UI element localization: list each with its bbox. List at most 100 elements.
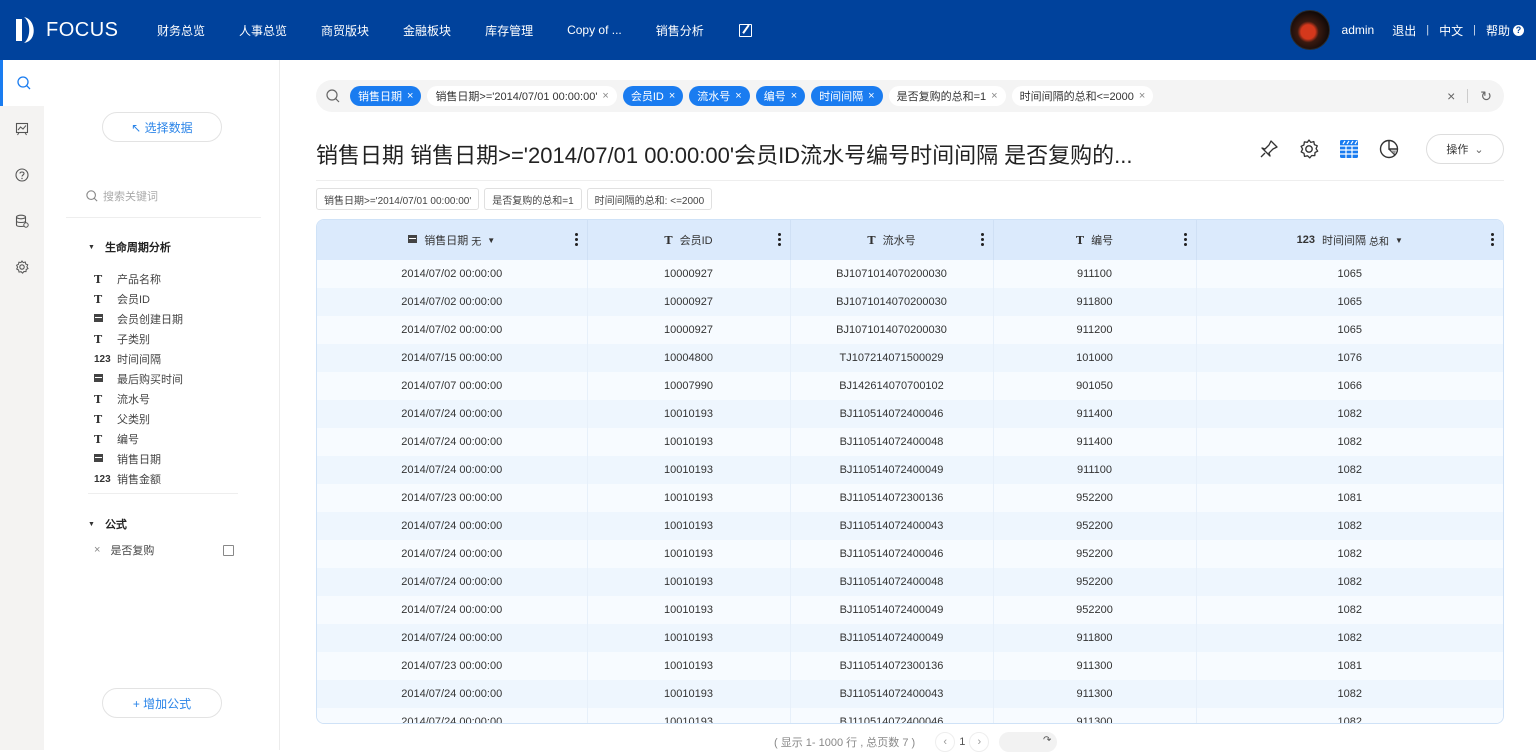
nav-item-finance[interactable]: 财务总览 bbox=[157, 22, 205, 39]
clear-search-button[interactable]: × bbox=[1447, 88, 1455, 104]
help-icon[interactable]: ? bbox=[1513, 24, 1524, 36]
chip-remove-icon[interactable]: × bbox=[669, 90, 675, 102]
column-menu-icon[interactable] bbox=[1183, 233, 1187, 246]
search-bar[interactable]: 销售日期 × 销售日期>='2014/07/01 00:00:00' × 会员ID × 流水… bbox=[316, 80, 1504, 112]
rail-search[interactable] bbox=[0, 60, 44, 106]
avatar[interactable] bbox=[1289, 10, 1330, 50]
column-header[interactable]: 123 时间间隔 总和 ▼ bbox=[1196, 220, 1503, 260]
chip-remove-icon[interactable]: × bbox=[1139, 90, 1145, 102]
logout-link[interactable]: 退出 bbox=[1392, 22, 1416, 39]
help-link[interactable]: 帮助 bbox=[1486, 22, 1510, 39]
column-header[interactable]: 销售日期无 ▼ bbox=[317, 220, 588, 260]
field-item[interactable]: T 产品名称 bbox=[94, 269, 183, 289]
rail-presentation[interactable] bbox=[0, 106, 44, 152]
keyword-search[interactable]: 搜索关键词 bbox=[86, 188, 261, 204]
column-header[interactable]: T 会员ID bbox=[587, 220, 791, 260]
column-header[interactable]: T 流水号 bbox=[790, 220, 994, 260]
remove-formula-icon[interactable]: × bbox=[94, 544, 100, 556]
table-row[interactable]: 2014/07/24 00:00:00 10010193 BJ11051407240… bbox=[317, 708, 1503, 723]
group-formula[interactable]: ▼ 公式 bbox=[88, 516, 127, 532]
edit-icon[interactable] bbox=[738, 23, 752, 37]
page-jump-input[interactable]: ↷ bbox=[999, 732, 1058, 752]
table-row[interactable]: 2014/07/24 00:00:00 10010193 BJ11051407240… bbox=[317, 400, 1503, 428]
nav-item-hr[interactable]: 人事总览 bbox=[239, 22, 287, 39]
table-row[interactable]: 2014/07/24 00:00:00 10010193 BJ11051407240… bbox=[317, 624, 1503, 652]
table-row[interactable]: 2014/07/02 00:00:00 10000927 BJ10710140702… bbox=[317, 288, 1503, 316]
focus-logo[interactable]: FOCUS bbox=[14, 16, 119, 44]
search-chip[interactable]: 销售日期 × bbox=[350, 86, 422, 106]
chip-remove-icon[interactable]: × bbox=[868, 90, 874, 102]
field-item[interactable]: T 编号 bbox=[94, 429, 183, 449]
field-item[interactable]: T 子类别 bbox=[94, 329, 183, 349]
chip-remove-icon[interactable]: × bbox=[407, 90, 413, 102]
rail-database[interactable] bbox=[0, 198, 44, 244]
search-chip[interactable]: 是否复购的总和=1 × bbox=[888, 86, 1006, 106]
field-item[interactable]: 123 时间间隔 bbox=[94, 349, 183, 369]
operations-dropdown[interactable]: 操作 ⌄ bbox=[1426, 134, 1504, 164]
table-view-icon[interactable] bbox=[1338, 138, 1360, 160]
field-item[interactable]: 123 销售金额 bbox=[94, 469, 183, 489]
go-icon[interactable]: ↷ bbox=[1043, 735, 1051, 746]
prev-page-button[interactable]: ‹ bbox=[935, 732, 956, 752]
search-chip[interactable]: 流水号 × bbox=[689, 86, 750, 106]
refresh-button[interactable]: ↻ bbox=[1480, 88, 1492, 105]
pin-icon[interactable] bbox=[1258, 138, 1280, 160]
chip-remove-icon[interactable]: × bbox=[791, 90, 797, 102]
search-chip[interactable]: 销售日期>='2014/07/01 00:00:00' × bbox=[427, 86, 617, 106]
nav-item-inventory[interactable]: 库存管理 bbox=[485, 22, 533, 39]
field-item[interactable]: T 流水号 bbox=[94, 389, 183, 409]
field-item[interactable]: 销售日期 bbox=[94, 449, 183, 469]
column-menu-icon[interactable] bbox=[1491, 233, 1494, 246]
nav-item-trade[interactable]: 商贸版块 bbox=[321, 22, 369, 39]
table-row[interactable]: 2014/07/24 00:00:00 10010193 BJ11051407240… bbox=[317, 540, 1503, 568]
table-row[interactable]: 2014/07/24 00:00:00 10010193 BJ11051407240… bbox=[317, 456, 1503, 484]
edit-formula-icon[interactable] bbox=[223, 544, 234, 556]
table-row[interactable]: 2014/07/15 00:00:00 10004800 TJ10721407150… bbox=[317, 344, 1503, 372]
column-menu-icon[interactable] bbox=[777, 233, 781, 246]
rail-help[interactable] bbox=[0, 152, 44, 198]
table-row[interactable]: 2014/07/24 00:00:00 10010193 BJ11051407240… bbox=[317, 568, 1503, 596]
filter-tag[interactable]: 是否复购的总和=1 bbox=[484, 188, 582, 210]
table-row[interactable]: 2014/07/02 00:00:00 10000927 BJ10710140702… bbox=[317, 316, 1503, 344]
table-row[interactable]: 2014/07/23 00:00:00 10010193 BJ11051407230… bbox=[317, 484, 1503, 512]
table-row[interactable]: 2014/07/24 00:00:00 10010193 BJ11051407240… bbox=[317, 680, 1503, 708]
table-row[interactable]: 2014/07/23 00:00:00 10010193 BJ11051407230… bbox=[317, 652, 1503, 680]
group-lifecycle[interactable]: ▼ 生命周期分析 bbox=[88, 239, 171, 255]
column-menu-icon[interactable] bbox=[574, 233, 578, 246]
search-chip[interactable]: 时间间隔 × bbox=[811, 86, 883, 106]
nav-item-sales[interactable]: 销售分析 bbox=[656, 22, 704, 39]
column-header[interactable]: T 编号 bbox=[993, 220, 1197, 260]
search-chip[interactable]: 时间间隔的总和<=2000 × bbox=[1011, 86, 1154, 106]
field-item[interactable]: 最后购买时间 bbox=[94, 369, 183, 389]
nav-item-banking[interactable]: 金融板块 bbox=[403, 22, 451, 39]
chip-remove-icon[interactable]: × bbox=[735, 90, 741, 102]
field-item[interactable]: T 父类别 bbox=[94, 409, 183, 429]
field-item[interactable]: 会员创建日期 bbox=[94, 309, 183, 329]
next-page-button[interactable]: › bbox=[969, 732, 990, 752]
gear-icon[interactable] bbox=[1298, 138, 1320, 160]
pie-chart-icon[interactable] bbox=[1378, 138, 1400, 160]
search-chip[interactable]: 会员ID × bbox=[622, 86, 684, 106]
filter-tag[interactable]: 时间间隔的总和: <=2000 bbox=[586, 188, 713, 210]
nav-item-copy[interactable]: Copy of ... bbox=[567, 23, 622, 37]
results-table[interactable]: 销售日期无 ▼ T 会员ID T 流水号 T 编号 123 时间间隔 总和 ▼ 2014/07/02 … bbox=[316, 219, 1504, 724]
caret-down-icon[interactable]: ▼ bbox=[487, 236, 495, 245]
language-link[interactable]: 中文 bbox=[1439, 22, 1463, 39]
caret-down-icon[interactable]: ▼ bbox=[1395, 236, 1403, 245]
table-row[interactable]: 2014/07/24 00:00:00 10010193 BJ11051407240… bbox=[317, 596, 1503, 624]
chip-remove-icon[interactable]: × bbox=[602, 90, 608, 102]
field-item[interactable]: T 会员ID bbox=[94, 289, 183, 309]
formula-item[interactable]: × 是否复购 bbox=[94, 542, 234, 558]
filter-tag[interactable]: 销售日期>='2014/07/01 00:00:00' bbox=[316, 188, 480, 210]
search-chip[interactable]: 编号 × bbox=[755, 86, 806, 106]
select-data-button[interactable]: ↖ 选择数据 bbox=[102, 112, 222, 142]
table-row[interactable]: 2014/07/07 00:00:00 10007990 BJ14261407070… bbox=[317, 372, 1503, 400]
add-formula-button[interactable]: + 增加公式 bbox=[102, 688, 222, 718]
rail-settings[interactable] bbox=[0, 244, 44, 290]
table-row[interactable]: 2014/07/02 00:00:00 10000927 BJ10710140702… bbox=[317, 260, 1503, 288]
table-row[interactable]: 2014/07/24 00:00:00 10010193 BJ11051407240… bbox=[317, 512, 1503, 540]
username[interactable]: admin bbox=[1342, 23, 1375, 37]
table-row[interactable]: 2014/07/24 00:00:00 10010193 BJ11051407240… bbox=[317, 428, 1503, 456]
column-menu-icon[interactable] bbox=[980, 233, 984, 246]
chip-remove-icon[interactable]: × bbox=[991, 90, 997, 102]
